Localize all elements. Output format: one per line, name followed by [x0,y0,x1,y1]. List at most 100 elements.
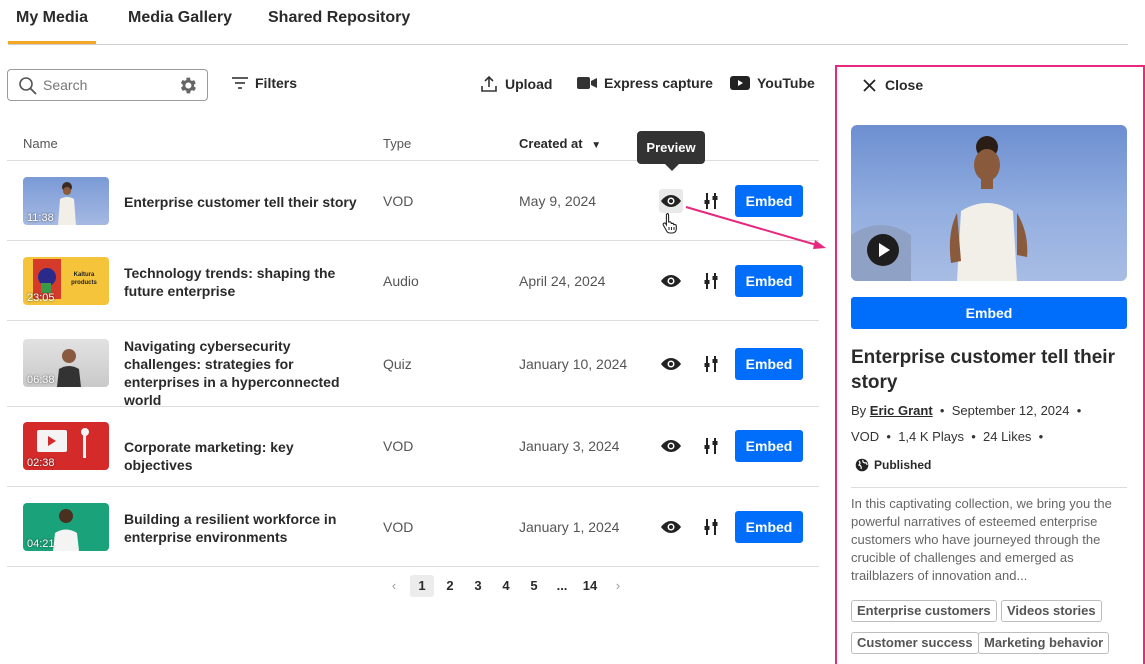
audio-thumbnail[interactable]: Kaltura products 23:05 [23,257,109,305]
tab-my-media[interactable]: My Media [16,9,88,27]
duration-label: 02:38 [27,457,55,469]
likes-count: 24 Likes [983,429,1032,444]
column-header-type[interactable]: Type [383,136,411,151]
column-header-created[interactable]: Created at ▼ [519,136,601,151]
media-type: Audio [383,273,419,289]
bullet: • [1035,429,1044,444]
pagination: ‹ 1 2 3 4 5 ... 14 › [382,575,634,597]
prev-page-icon[interactable]: ‹ [382,575,406,597]
duration-label: 04:21 [27,538,55,550]
bullet: • [936,403,949,418]
by-label: By [851,403,867,418]
sliders-icon[interactable] [701,354,721,374]
media-date: April 24, 2024 [519,273,606,289]
page-ellipsis: ... [556,578,568,593]
video-thumbnail[interactable]: 06:38 [23,339,109,387]
eye-icon[interactable] [659,515,683,539]
video-thumbnail[interactable]: 02:38 [23,422,109,470]
media-title[interactable]: Enterprise customer tell their story [124,193,364,211]
globe-icon [855,458,869,472]
table-row[interactable]: 04:21 Building a resilient workforce in … [7,487,819,567]
page-number[interactable]: 4 [494,575,518,597]
embed-button[interactable]: Embed [735,185,803,217]
media-title[interactable]: Technology trends: shaping the future en… [124,264,364,300]
table-row[interactable]: 02:38 Corporate marketing: key objective… [7,407,819,487]
upload-icon [481,75,497,92]
next-page-icon[interactable]: › [606,575,630,597]
eye-icon[interactable] [659,434,683,458]
eye-icon[interactable] [659,269,683,293]
author-link[interactable]: Eric Grant [870,403,933,418]
table-row[interactable]: 11:38 Enterprise customer tell their sto… [7,161,819,241]
panel-meta-line-2: VOD • 1,4 K Plays • 24 Likes • [851,429,1043,444]
search-input[interactable]: Search [43,77,87,93]
page-number[interactable]: 2 [438,575,462,597]
thumbnail-caption: Kaltura products [71,272,97,286]
page-number[interactable]: 1 [410,575,434,597]
media-date: January 10, 2024 [519,356,628,372]
published-date: September 12, 2024 [951,403,1070,418]
upload-label: Upload [505,76,553,92]
status-label: Published [874,458,932,472]
column-header-created-label: Created at [519,136,583,151]
tab-media-gallery[interactable]: Media Gallery [128,9,232,27]
eye-icon[interactable] [659,352,683,376]
gear-icon[interactable] [177,75,198,96]
youtube-button[interactable]: YouTube [730,75,815,91]
filters-icon [232,77,248,89]
video-thumbnail[interactable]: 11:38 [23,177,109,225]
media-title[interactable]: Corporate marketing: key objectives [124,438,364,474]
table-row[interactable]: Kaltura products 23:05 Technology trends… [7,241,819,321]
video-thumbnail[interactable]: 04:21 [23,503,109,551]
plays-count: 1,4 K Plays [898,429,964,444]
table-row[interactable]: 06:38 Navigating cybersecurity challenge… [7,321,819,409]
page-number[interactable]: 5 [522,575,546,597]
tag-chip[interactable]: Customer success [851,632,979,654]
panel-description: In this captivating collection, we bring… [851,496,1112,583]
play-icon[interactable] [867,234,899,266]
filters-button[interactable]: Filters [232,75,297,91]
tab-shared-repository[interactable]: Shared Repository [268,9,410,27]
sliders-icon[interactable] [701,436,721,456]
status-badge: Published [855,458,931,472]
media-tabs: My Media Media Gallery Shared Repository [8,0,1128,45]
panel-embed-button[interactable]: Embed [851,297,1127,329]
media-type: VOD [383,438,414,454]
embed-button[interactable]: Embed [735,511,803,543]
active-tab-indicator [8,41,96,44]
bullet: • [967,429,980,444]
eye-icon[interactable] [659,189,683,213]
upload-button[interactable]: Upload [480,75,552,93]
sliders-icon[interactable] [701,191,721,211]
media-date: January 1, 2024 [519,519,620,535]
page-number[interactable]: 14 [578,575,602,597]
youtube-icon [730,76,750,90]
sliders-icon[interactable] [701,517,721,537]
close-label: Close [885,77,924,93]
sliders-icon[interactable] [701,271,721,291]
tag-chip[interactable]: Enterprise customers [851,600,997,622]
page-number[interactable]: 3 [466,575,490,597]
duration-label: 11:38 [27,212,54,224]
embed-button[interactable]: Embed [735,430,803,462]
media-title[interactable]: Navigating cybersecurity challenges: str… [124,337,364,409]
divider [851,487,1127,488]
media-date: January 3, 2024 [519,438,620,454]
preview-tooltip: Preview [637,131,705,171]
tag-chip[interactable]: Videos stories [1001,600,1102,622]
video-preview[interactable] [851,125,1127,281]
media-type: VOD [383,193,414,209]
media-title[interactable]: Building a resilient workforce in enterp… [124,510,364,546]
column-header-name[interactable]: Name [23,136,58,151]
express-capture-button[interactable]: Express capture [577,75,713,91]
search-box[interactable]: Search [7,69,208,101]
panel-meta-line-1: By Eric Grant • September 12, 2024 • [851,403,1081,418]
close-button[interactable]: Close [863,77,923,93]
tag-chip[interactable]: Marketing behavior [978,632,1110,654]
embed-button[interactable]: Embed [735,265,803,297]
hand-cursor-icon [662,212,677,234]
duration-label: 23:05 [27,292,55,304]
bullet: • [1073,403,1082,418]
video-camera-icon [577,77,597,89]
embed-button[interactable]: Embed [735,348,803,380]
